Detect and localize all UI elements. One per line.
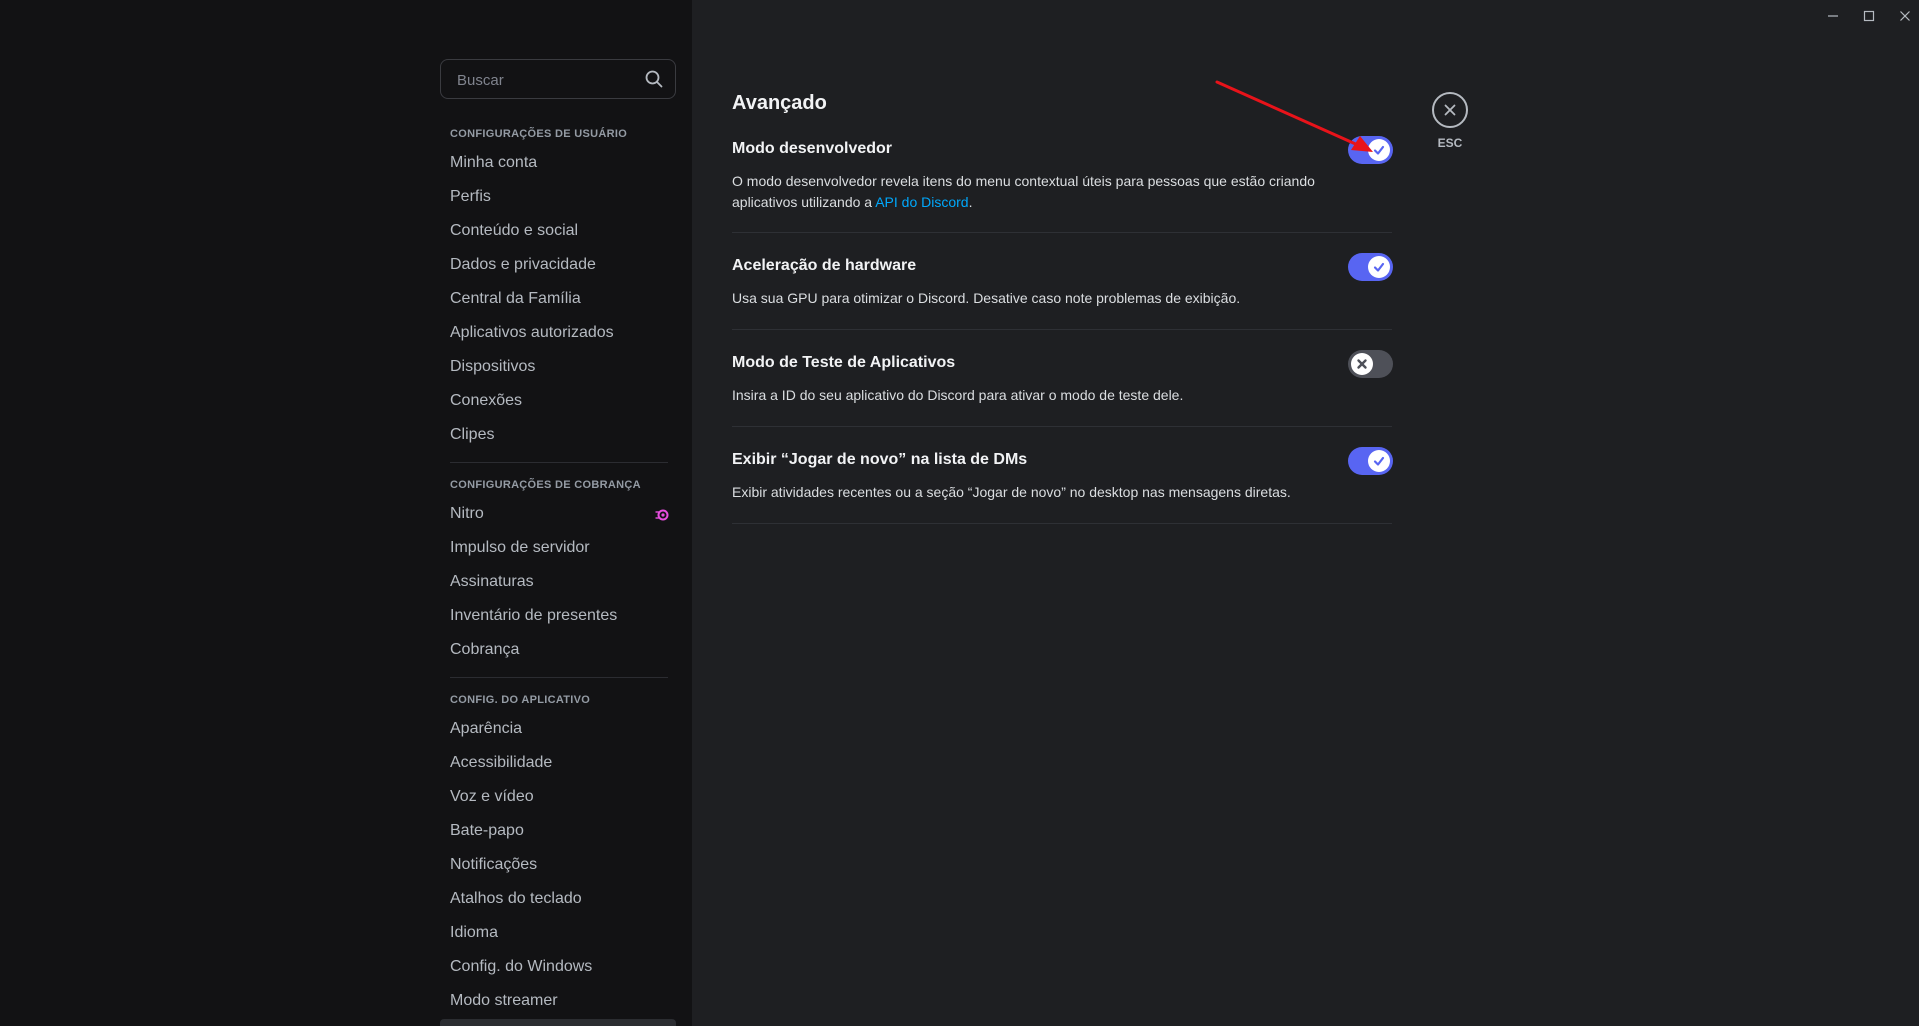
sidebar-item-streamer-mode[interactable]: Modo streamer [440,985,668,1017]
setting-description: Usa sua GPU para otimizar o Discord. Des… [732,290,1241,306]
sidebar-item-gift-inventory[interactable]: Inventário de presentes [440,600,668,632]
maximize-icon [1863,10,1875,22]
setting-description: Exibir atividades recentes ou a seção “J… [732,484,1291,500]
play-again-dms-toggle[interactable] [1348,447,1393,475]
sidebar-item-profiles[interactable]: Perfis [440,181,668,213]
x-icon [1357,359,1367,369]
sidebar-item-subscriptions[interactable]: Assinaturas [440,566,668,598]
check-icon [1373,456,1385,466]
sidebar-item-server-boost[interactable]: Impulso de servidor [440,532,668,564]
minimize-button[interactable] [1822,6,1844,26]
setting-divider [732,426,1392,427]
sidebar-item-nitro[interactable]: Nitro [440,498,668,530]
close-icon [1444,104,1456,116]
category-user-settings: Configurações de usuário [450,128,628,140]
sidebar-item-windows-settings[interactable]: Config. do Windows [440,951,668,983]
sidebar-item-chat[interactable]: Bate-papo [440,815,668,847]
discord-api-link[interactable]: API do Discord [875,194,968,210]
setting-description: Insira a ID do seu aplicativo do Discord… [732,387,1184,403]
setting-hardware-acceleration: Aceleração de hardware Usa sua GPU para … [732,257,1392,307]
sidebar-item-notifications[interactable]: Notificações [440,849,668,881]
hardware-acceleration-toggle[interactable] [1348,253,1393,281]
sidebar-divider [450,462,668,463]
app-test-mode-toggle[interactable] [1348,350,1393,378]
sidebar-item-authorized-apps[interactable]: Aplicativos autorizados [440,317,668,349]
minimize-icon [1828,15,1838,17]
category-app-settings: Config. do aplicativo [450,694,591,706]
nitro-icon [655,509,669,521]
settings-sidebar: Configurações de usuário Minha conta Per… [0,0,692,1026]
setting-title: Modo de Teste de Aplicativos [732,354,956,371]
page-title: Avançado [732,92,827,114]
setting-divider [732,329,1392,330]
close-settings-button[interactable] [1432,92,1468,128]
setting-divider [732,523,1392,524]
category-billing-settings: Configurações de cobrança [450,479,641,491]
window-close-icon [1900,11,1910,21]
toggle-knob [1368,256,1390,278]
sidebar-item-language[interactable]: Idioma [440,917,668,949]
setting-play-again-dms: Exibir “Jogar de novo” na lista de DMs E… [732,451,1392,501]
sidebar-item-appearance[interactable]: Aparência [440,713,668,745]
sidebar-divider [450,677,668,678]
check-icon [1373,262,1385,272]
window-close-button[interactable] [1894,6,1916,26]
search-icon[interactable] [645,70,663,88]
setting-description-end: . [968,194,973,210]
setting-divider [732,232,1392,233]
sidebar-item-billing[interactable]: Cobrança [440,634,668,666]
sidebar-item-data-privacy[interactable]: Dados e privacidade [440,249,668,281]
sidebar-item-connections[interactable]: Conexões [440,385,668,417]
sidebar-item-family-center[interactable]: Central da Família [440,283,668,315]
sidebar-item-clips[interactable]: Clipes [440,419,668,451]
sidebar-item-selected-partial[interactable] [440,1019,676,1026]
search-input[interactable] [455,60,639,100]
sidebar-item-content-social[interactable]: Conteúdo e social [440,215,668,247]
setting-app-test-mode: Modo de Teste de Aplicativos Insira a ID… [732,354,1392,404]
setting-title: Exibir “Jogar de novo” na lista de DMs [732,451,1028,468]
toggle-knob [1351,353,1373,375]
toggle-knob [1368,450,1390,472]
sidebar-item-my-account[interactable]: Minha conta [440,147,668,179]
setting-description: O modo desenvolvedor revela itens do men… [732,171,1372,213]
sidebar-item-accessibility[interactable]: Acessibilidade [440,747,668,779]
setting-description-text: O modo desenvolvedor revela itens do men… [732,173,1315,210]
sidebar-item-devices[interactable]: Dispositivos [440,351,668,383]
sidebar-item-voice-video[interactable]: Voz e vídeo [440,781,668,813]
esc-label: ESC [1437,136,1463,150]
maximize-button[interactable] [1858,6,1880,26]
sidebar-item-keybinds[interactable]: Atalhos do teclado [440,883,668,915]
setting-title: Aceleração de hardware [732,257,917,274]
search-box[interactable] [440,59,676,100]
annotation-arrow-icon [1215,80,1373,152]
setting-title: Modo desenvolvedor [732,140,893,157]
